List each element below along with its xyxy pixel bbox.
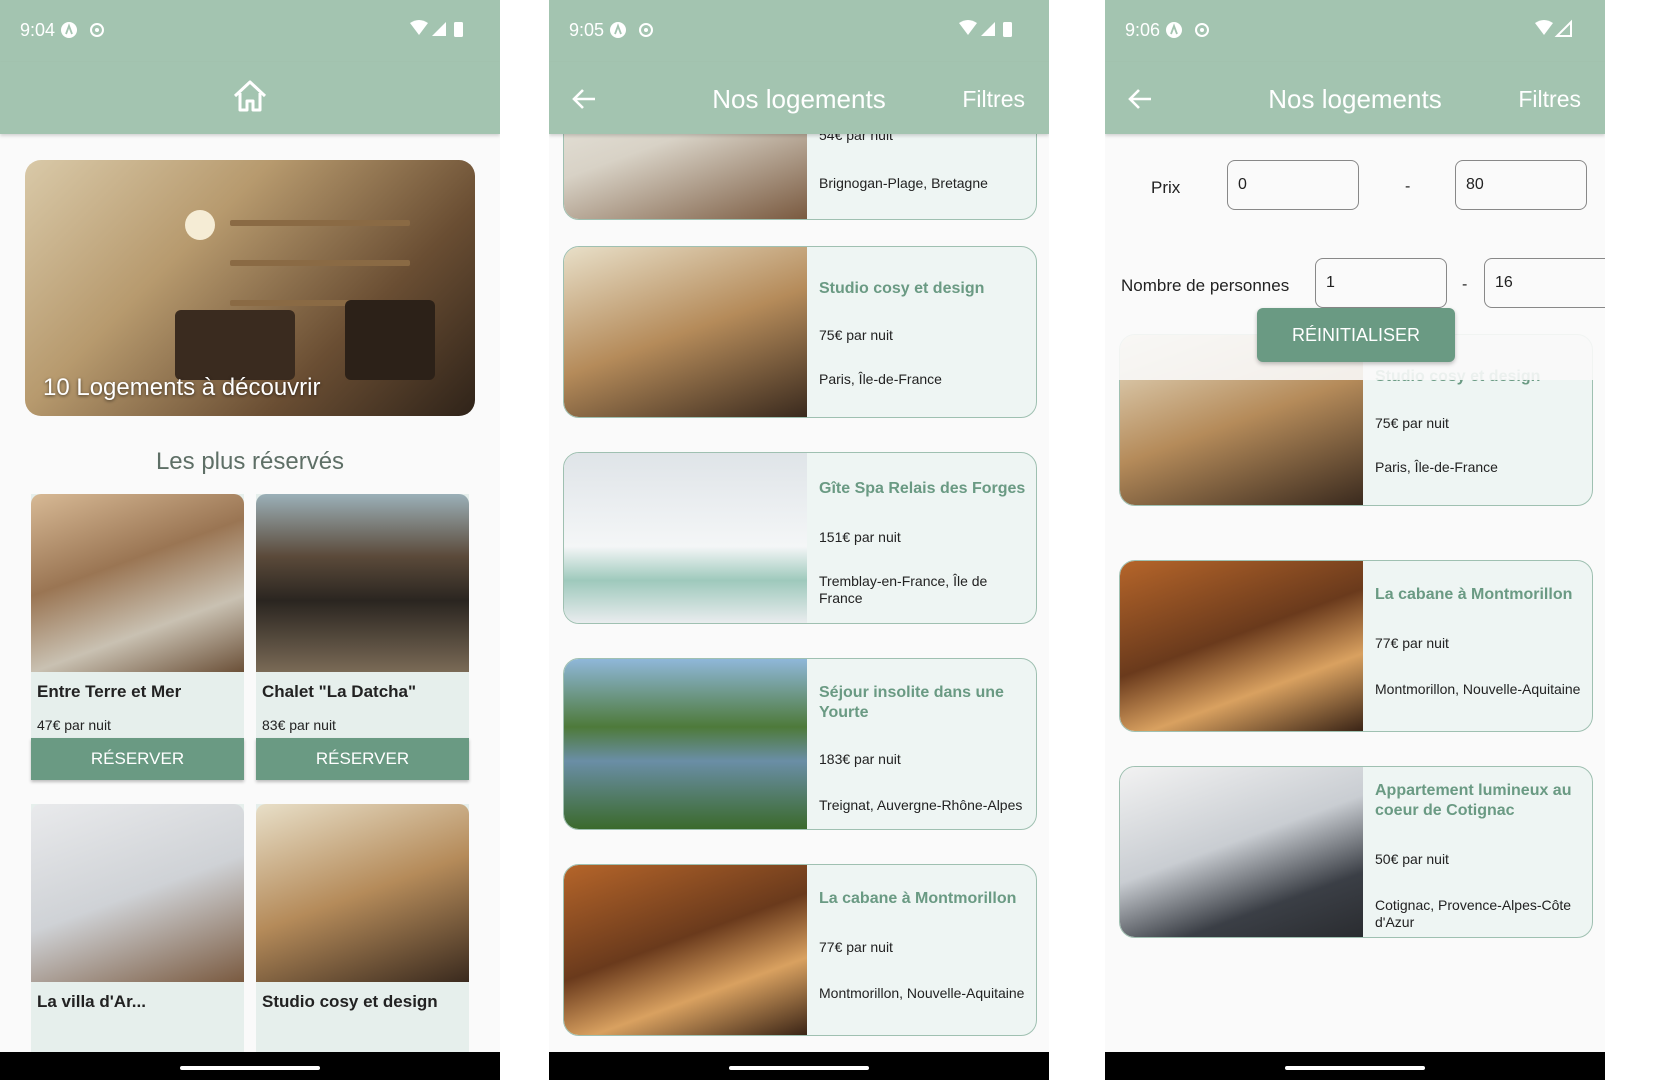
property-name: Chalet "La Datcha" <box>262 682 417 701</box>
home-icon[interactable] <box>230 76 270 116</box>
listing-location: Treignat, Auvergne-Rhône-Alpes <box>819 797 1023 813</box>
property-name: La villa d'Ar... <box>37 992 146 1011</box>
signal-icons <box>1535 19 1572 37</box>
listing-name: Appartement lumineux au coeur de Cotigna… <box>1375 782 1572 819</box>
filter-panel: Prix - Nombre de personnes - RÉINITIALIS… <box>1105 134 1605 380</box>
filtered-listings-screen: 9:06 Nos logements Filtres Prix - Nombre… <box>1105 0 1605 1080</box>
status-bar: 9:04 <box>0 0 500 62</box>
listing-location: Paris, Île-de-France <box>1375 459 1498 475</box>
property-card[interactable]: La villa d'Ar... <box>31 804 244 1052</box>
listing-name: La cabane à Montmorillon <box>1375 586 1573 603</box>
signal-battery-icons <box>959 20 1012 37</box>
signal-battery-icons <box>410 20 463 37</box>
property-price: 83€ par nuit <box>262 717 336 733</box>
home-screen: 9:04 10 Logements à découvrir Les plus r… <box>0 0 500 1080</box>
app-notification-icon <box>61 22 77 38</box>
status-bar: 9:06 <box>1105 0 1605 62</box>
price-max-input[interactable] <box>1455 160 1587 210</box>
listing-location: Paris, Île-de-France <box>819 371 942 387</box>
filters-button[interactable]: Filtres <box>962 86 1025 113</box>
home-indicator[interactable] <box>180 1066 320 1070</box>
listing-location: Brignogan-Plage, Bretagne <box>819 175 988 191</box>
listing-image <box>1120 767 1363 937</box>
app-notification-icon <box>610 22 626 38</box>
listing-price: 183€ par nuit <box>819 751 901 767</box>
listing-location: Montmorillon, Nouvelle-Aquitaine <box>1375 681 1581 697</box>
settings-icon <box>639 23 653 37</box>
status-time: 9:05 <box>569 20 605 40</box>
gesture-nav-bar <box>549 1052 1049 1080</box>
listing-card[interactable]: Studio cosy et design 75€ par nuit Paris… <box>563 246 1037 418</box>
listing-price: 75€ par nuit <box>1375 415 1449 431</box>
app-bar: Nos logements Filtres <box>1105 62 1605 134</box>
listing-price: 77€ par nuit <box>1375 635 1449 651</box>
listing-name: La cabane à Montmorillon <box>819 890 1017 907</box>
listing-card[interactable]: Appartement lumineux au coeur de Cotigna… <box>1119 766 1593 938</box>
app-bar: Nos logements Filtres <box>549 62 1049 134</box>
filters-button[interactable]: Filtres <box>1518 86 1581 113</box>
price-min-input[interactable] <box>1227 160 1359 210</box>
listing-card[interactable]: Gîte Spa Relais des Forges 151€ par nuit… <box>563 452 1037 624</box>
hero-caption: 10 Logements à découvrir <box>43 374 321 401</box>
property-image <box>31 494 244 672</box>
price-separator: - <box>1405 178 1411 195</box>
listing-name: Gîte Spa Relais des Forges <box>819 480 1026 497</box>
listing-price: 151€ par nuit <box>819 529 901 545</box>
property-image <box>31 804 244 982</box>
listing-price: 54€ par nuit <box>819 134 893 143</box>
filtered-content: Prix - Nombre de personnes - RÉINITIALIS… <box>1105 134 1605 1052</box>
persons-label: Nombre de personnes <box>1121 276 1290 295</box>
listing-name: Studio cosy et design <box>819 280 985 297</box>
property-card[interactable]: Entre Terre et Mer 47€ par nuit RÉSERVER <box>31 494 244 780</box>
listing-image <box>564 134 807 219</box>
gesture-nav-bar <box>1105 1052 1605 1080</box>
reset-button[interactable]: RÉINITIALISER <box>1257 308 1455 362</box>
property-image <box>256 804 469 982</box>
property-card[interactable]: Chalet "La Datcha" 83€ par nuit RÉSERVER <box>256 494 469 780</box>
reserve-button[interactable]: RÉSERVER <box>31 738 244 780</box>
status-bar: 9:05 <box>549 0 1049 62</box>
price-label: Prix <box>1151 178 1181 197</box>
section-title: Les plus réservés <box>155 448 345 475</box>
status-time: 9:06 <box>1125 20 1161 40</box>
property-card[interactable]: Studio cosy et design <box>256 804 469 1052</box>
settings-icon <box>1195 23 1209 37</box>
persons-separator: - <box>1462 276 1468 293</box>
listing-image <box>564 659 807 829</box>
reserve-button[interactable]: RÉSERVER <box>256 738 469 780</box>
listing-location: Tremblay-en-France, Île de France <box>819 573 988 606</box>
listing-image <box>564 865 807 1035</box>
status-time: 9:04 <box>20 20 56 40</box>
settings-icon <box>90 23 104 37</box>
app-bar <box>0 62 500 134</box>
listings-list: 54€ par nuit Brignogan-Plage, Bretagne S… <box>549 134 1049 1052</box>
listing-price: 75€ par nuit <box>819 327 893 343</box>
property-name: Studio cosy et design <box>262 992 438 1011</box>
property-image <box>256 494 469 672</box>
home-indicator[interactable] <box>729 1066 869 1070</box>
listing-card[interactable]: Séjour insolite dans une Yourte 183€ par… <box>563 658 1037 830</box>
home-content: 10 Logements à découvrir Les plus réserv… <box>0 134 500 1052</box>
persons-min-input[interactable] <box>1315 258 1447 308</box>
property-name: Entre Terre et Mer <box>37 682 182 701</box>
listings-screen: 9:05 Nos logements Filtres 54€ par nuit … <box>549 0 1049 1080</box>
listing-name: Séjour insolite dans une Yourte <box>819 684 1004 721</box>
gesture-nav-bar <box>0 1052 500 1080</box>
app-notification-icon <box>1166 22 1182 38</box>
listing-card[interactable]: 54€ par nuit Brignogan-Plage, Bretagne <box>563 134 1037 220</box>
listing-location: Cotignac, Provence-Alpes-Côte d'Azur <box>1375 897 1572 930</box>
listing-price: 77€ par nuit <box>819 939 893 955</box>
property-price: 47€ par nuit <box>37 717 111 733</box>
listing-image <box>1120 561 1363 731</box>
listing-image <box>564 453 807 623</box>
listing-card[interactable]: La cabane à Montmorillon 77€ par nuit Mo… <box>563 864 1037 1036</box>
listing-price: 50€ par nuit <box>1375 851 1449 867</box>
home-indicator[interactable] <box>1285 1066 1425 1070</box>
listing-image <box>564 247 807 417</box>
hero-banner[interactable]: 10 Logements à découvrir <box>25 160 475 416</box>
listing-location: Montmorillon, Nouvelle-Aquitaine <box>819 985 1025 1001</box>
persons-max-input[interactable] <box>1484 258 1605 308</box>
listing-card[interactable]: La cabane à Montmorillon 77€ par nuit Mo… <box>1119 560 1593 732</box>
